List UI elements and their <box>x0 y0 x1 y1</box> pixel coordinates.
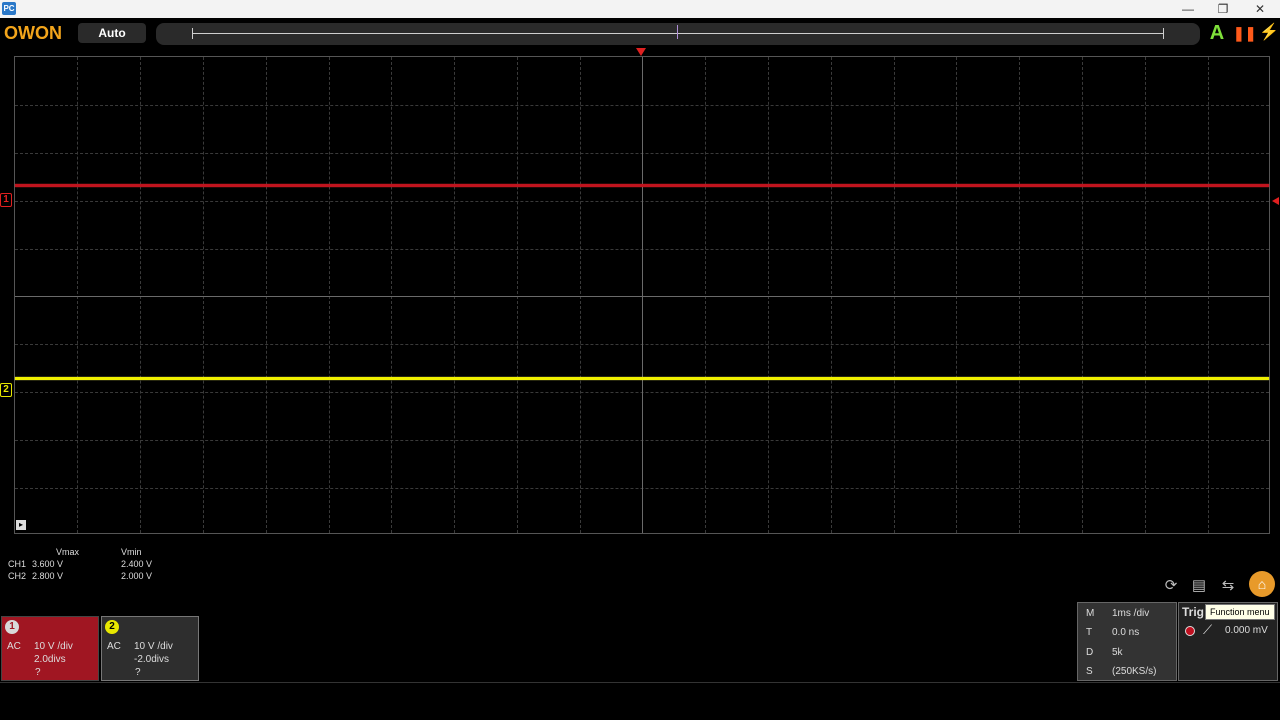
meas-header-blank <box>8 546 32 558</box>
center-vertical-axis <box>642 57 643 533</box>
grid-line <box>266 57 267 533</box>
timebase-value: 5k <box>1112 647 1123 658</box>
acquire-mode-button[interactable]: Auto <box>78 23 146 43</box>
trigger-level-marker[interactable] <box>1272 197 1279 205</box>
timebase-key: D <box>1086 647 1094 658</box>
memory-timeline-bar[interactable] <box>156 23 1200 45</box>
grid-line <box>77 57 78 533</box>
meas-ch-label: CH1 <box>8 559 27 569</box>
rising-edge-icon: ⟋ <box>1203 622 1213 637</box>
trigger-label: Trig <box>1182 605 1205 619</box>
timebase-row: S (250KS/s) <box>1078 663 1176 681</box>
auto-icon[interactable]: A <box>1206 22 1228 44</box>
timebase-panel[interactable]: M 1ms /div T 0.0 ns D 5k S (250KS/s) <box>1077 602 1177 681</box>
run-stop-icon[interactable]: ❚❚ <box>1233 22 1256 44</box>
restore-button[interactable]: ❐ <box>1205 0 1241 18</box>
timebase-value: (250KS/s) <box>1112 666 1157 677</box>
window-titlebar: PC — ❐ ✕ <box>0 0 1280 18</box>
ch1-probe: ? <box>35 667 41 678</box>
ch2-probe: ? <box>135 667 141 678</box>
timebase-key: S <box>1086 666 1093 677</box>
ch1-number-badge: 1 <box>5 620 19 634</box>
expand-arrow-icon[interactable]: ▸ <box>16 520 26 530</box>
ch1-waveform <box>15 184 1269 187</box>
brand-logo-text: OWON <box>4 23 62 43</box>
autoset-icon[interactable]: ⟳ <box>1160 576 1182 596</box>
timebase-key: M <box>1086 608 1095 619</box>
timeline-right-cap <box>1163 28 1164 39</box>
ch2-offset-marker[interactable]: 2 <box>0 383 12 397</box>
top-toolbar: OWON Auto A ❚❚ ⚡ <box>0 18 1280 48</box>
grid-line <box>956 57 957 533</box>
meas-vmin-value: 2.400 V <box>121 559 153 569</box>
ch1-offset: 2.0divs <box>34 654 66 665</box>
grid-line <box>391 57 392 533</box>
grid-line <box>203 57 204 533</box>
trigger-force-icon[interactable]: ⚡ <box>1258 22 1280 44</box>
timebase-value: 1ms /div <box>1112 608 1150 619</box>
ch1-offset-marker[interactable]: 1 <box>0 193 12 207</box>
grid-line <box>1019 57 1020 533</box>
grid-line <box>768 57 769 533</box>
grid-line <box>1208 57 1209 533</box>
ch1-settings-panel[interactable]: 1 AC 10 V /div 2.0divs ? <box>1 616 99 681</box>
meas-header-vmax: Vmax <box>56 547 80 557</box>
ch2-volts-per-div: 10 V /div <box>134 641 173 652</box>
minimize-button[interactable]: — <box>1170 0 1206 18</box>
timebase-key: T <box>1086 627 1093 638</box>
timeline-position-marker[interactable] <box>677 25 678 39</box>
grid-line <box>705 57 706 533</box>
ch2-settings-panel[interactable]: 2 AC 10 V /div -2.0divs ? <box>101 616 199 681</box>
meas-vmax-value: 2.800 V <box>32 571 64 581</box>
timebase-value: 0.0 ns <box>1112 627 1140 638</box>
home-icon[interactable]: ⌂ <box>1249 571 1275 597</box>
timebase-row: D 5k <box>1078 644 1176 662</box>
timebase-row: M 1ms /div <box>1078 605 1176 623</box>
app-icon: PC <box>2 2 16 15</box>
close-button[interactable]: ✕ <box>1242 0 1278 18</box>
timeline-left-cap <box>192 28 193 39</box>
grid-line <box>894 57 895 533</box>
measurement-table: Vmax Vmin CH1 3.600 V 2.400 V CH2 2.800 … <box>8 546 158 582</box>
grid-line <box>140 57 141 533</box>
ch2-waveform <box>15 377 1269 380</box>
center-horizontal-axis <box>15 296 1269 297</box>
layout-icon[interactable]: ⇆ <box>1217 576 1239 596</box>
ch1-coupling: AC <box>7 641 21 652</box>
brand-logo: OWON <box>4 24 62 42</box>
meas-vmin-value: 2.000 V <box>121 571 153 581</box>
save-icon[interactable]: ▤ <box>1188 576 1210 596</box>
ch1-volts-per-div: 10 V /div <box>34 641 73 652</box>
grid-line <box>831 57 832 533</box>
bottom-divider <box>0 682 1280 683</box>
grid-line <box>517 57 518 533</box>
meas-header-vmin: Vmin <box>121 547 142 557</box>
grid-line <box>329 57 330 533</box>
meas-vmax-value: 3.600 V <box>32 559 64 569</box>
trigger-level-value: 0.000 mV <box>1225 625 1268 636</box>
ch2-coupling: AC <box>107 641 121 652</box>
meas-ch-label: CH2 <box>8 571 27 581</box>
ch2-offset: -2.0divs <box>134 654 170 665</box>
trigger-position-arrow[interactable] <box>636 48 646 56</box>
timebase-row: T 0.0 ns <box>1078 624 1176 642</box>
ch2-number-badge: 2 <box>105 620 119 634</box>
grid-line <box>1082 57 1083 533</box>
trigger-source-icon <box>1185 626 1195 636</box>
function-menu-tooltip: Function menu <box>1205 604 1275 620</box>
timeline-track <box>192 33 1164 34</box>
grid-line <box>580 57 581 533</box>
waveform-display[interactable] <box>14 56 1270 534</box>
grid-line <box>454 57 455 533</box>
grid-line <box>1145 57 1146 533</box>
